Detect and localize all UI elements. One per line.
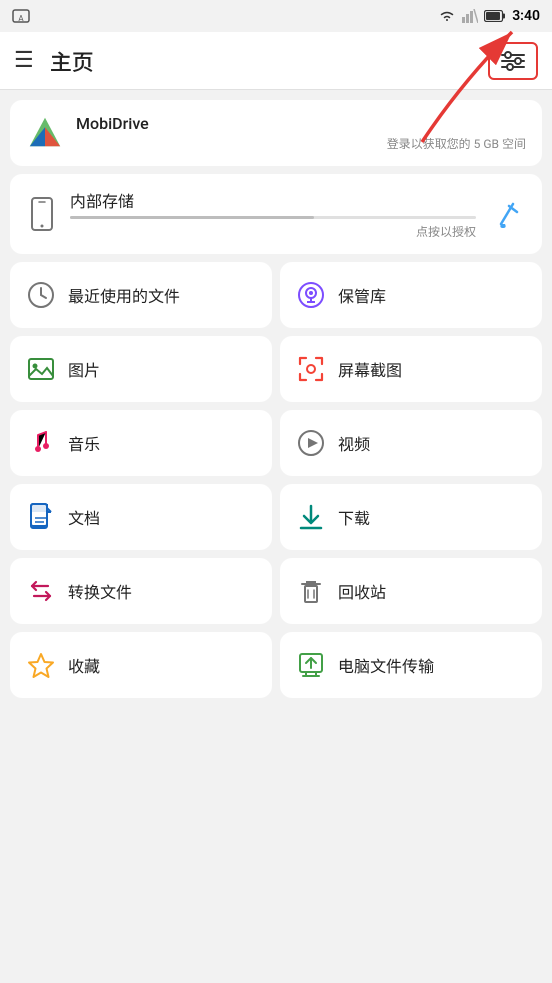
signal-icon: [462, 9, 478, 23]
docs-icon: [26, 502, 56, 532]
music-card[interactable]: 音乐: [10, 410, 272, 476]
video-icon: [296, 428, 326, 458]
screenshot-icon: [296, 354, 326, 384]
transfer-icon: [296, 650, 326, 680]
convert-icon: [26, 576, 56, 606]
music-icon: [26, 428, 56, 458]
screenshot-card[interactable]: 屏幕截图: [280, 336, 542, 402]
pictures-card[interactable]: 图片: [10, 336, 272, 402]
vault-label: 保管库: [338, 283, 386, 307]
clock: 3:40: [512, 8, 540, 24]
mobidrive-logo: [26, 114, 64, 152]
broom-icon: [491, 198, 523, 230]
vault-icon: [296, 280, 326, 310]
grid-row-4: 文档 下载: [10, 484, 542, 550]
storage-subtext: 点按以授权: [70, 223, 476, 240]
status-right: 3:40: [438, 8, 540, 24]
grid-row-2: 图片 屏幕截图: [10, 336, 542, 402]
pictures-label: 图片: [68, 357, 100, 381]
storage-name: 内部存储: [70, 188, 476, 212]
mobidrive-name: MobiDrive: [76, 114, 526, 133]
clean-button[interactable]: [488, 195, 526, 233]
filter-button[interactable]: [488, 42, 538, 80]
recent-files-card[interactable]: 最近使用的文件: [10, 262, 272, 328]
android-icon: A: [12, 8, 30, 24]
download-card[interactable]: 下载: [280, 484, 542, 550]
favorites-icon: [26, 650, 56, 680]
trash-label: 回收站: [338, 579, 386, 603]
convert-card[interactable]: 转换文件: [10, 558, 272, 624]
status-bar: A 3:40: [0, 0, 552, 32]
battery-icon: [484, 10, 506, 22]
recent-files-label: 最近使用的文件: [68, 283, 180, 307]
mobidrive-card[interactable]: MobiDrive 登录以获取您的 5 GB 空间: [10, 100, 542, 166]
favorites-card[interactable]: 收藏: [10, 632, 272, 698]
grid-row-5: 转换文件 回收站: [10, 558, 542, 624]
status-left: A: [12, 8, 30, 24]
svg-text:A: A: [18, 14, 24, 23]
transfer-label: 电脑文件传输: [338, 653, 434, 677]
video-card[interactable]: 视频: [280, 410, 542, 476]
favorites-label: 收藏: [68, 653, 100, 677]
top-bar: ☰ 主页: [0, 32, 552, 90]
page-title: 主页: [50, 45, 472, 77]
storage-card[interactable]: 内部存储 点按以授权: [10, 174, 542, 254]
convert-label: 转换文件: [68, 579, 132, 603]
storage-bar-bg: [70, 216, 476, 219]
storage-info: 内部存储 点按以授权: [70, 188, 476, 240]
smartphone-icon: [26, 196, 58, 232]
pictures-icon: [26, 354, 56, 384]
wifi-icon: [438, 9, 456, 23]
mobidrive-info: MobiDrive 登录以获取您的 5 GB 空间: [76, 114, 526, 152]
menu-button[interactable]: ☰: [14, 48, 34, 73]
mobidrive-subtext: 登录以获取您的 5 GB 空间: [76, 135, 526, 152]
music-label: 音乐: [68, 431, 100, 455]
screenshot-label: 屏幕截图: [338, 357, 402, 381]
vault-card[interactable]: 保管库: [280, 262, 542, 328]
filter-icon: [500, 50, 526, 72]
storage-bar-fill: [70, 216, 314, 219]
recent-icon: [26, 280, 56, 310]
trash-icon: [296, 576, 326, 606]
grid-row-1: 最近使用的文件 保管库: [10, 262, 542, 328]
docs-label: 文档: [68, 505, 100, 529]
main-content: MobiDrive 登录以获取您的 5 GB 空间 内部存储 点按以授权: [0, 90, 552, 708]
grid-row-3: 音乐 视频: [10, 410, 542, 476]
trash-card[interactable]: 回收站: [280, 558, 542, 624]
download-label: 下载: [338, 505, 370, 529]
video-label: 视频: [338, 431, 370, 455]
grid-row-6: 收藏 电脑文件传输: [10, 632, 542, 698]
download-icon: [296, 502, 326, 532]
transfer-card[interactable]: 电脑文件传输: [280, 632, 542, 698]
docs-card[interactable]: 文档: [10, 484, 272, 550]
